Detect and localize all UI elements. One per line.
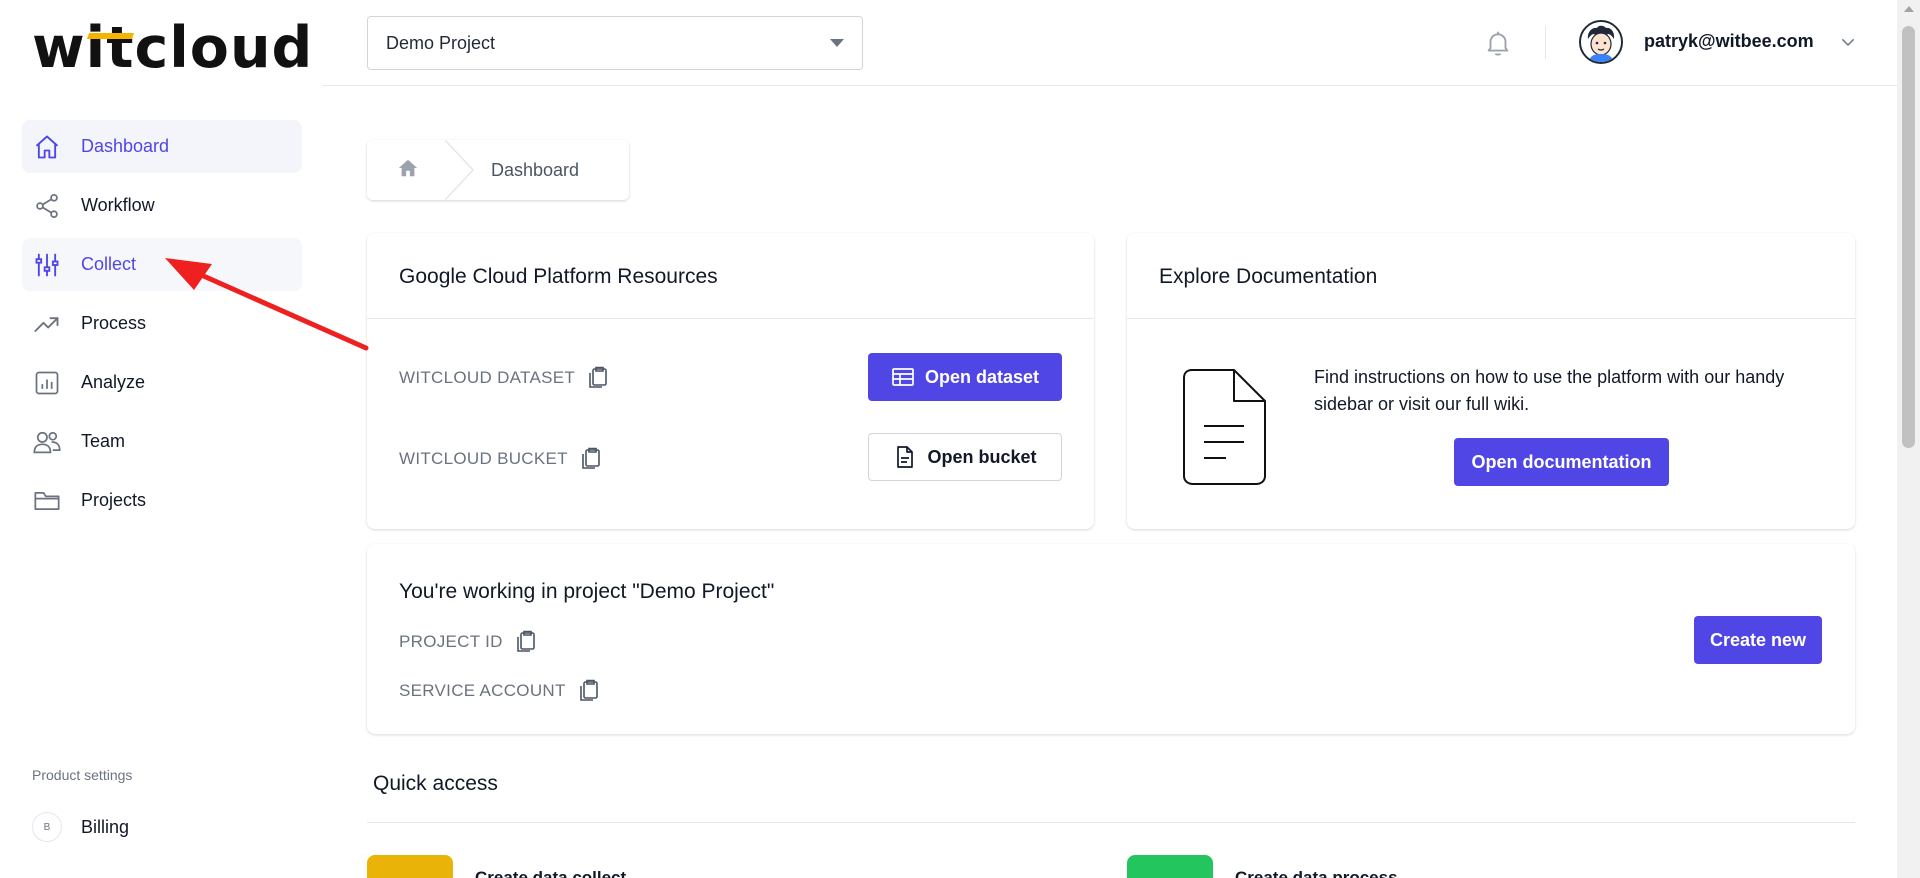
dataset-row: WITCLOUD DATASET (399, 366, 609, 390)
card-title: Google Cloud Platform Resources (399, 265, 718, 288)
clipboard-copy-icon[interactable] (578, 679, 600, 703)
scroll-thumb[interactable] (1902, 26, 1915, 448)
gcp-resources-card: Google Cloud Platform Resources WITCLOUD… (367, 233, 1094, 529)
sidebar-item-label: Collect (81, 254, 137, 274)
billing-badge: B (32, 812, 62, 842)
quick-access-divider (367, 822, 1855, 823)
chevron-down-icon[interactable] (1839, 33, 1857, 51)
witcloud-logo[interactable]: witcloud (32, 20, 313, 77)
project-select-value: Demo Project (386, 32, 496, 53)
sidebar-item-collect[interactable]: Collect (22, 238, 302, 291)
sidebar: witcloud Dashboard Workflow Collect Proc… (0, 0, 323, 878)
folder-icon (32, 486, 62, 516)
sidebar-item-process[interactable]: Process (22, 297, 302, 350)
quick-access-process-label[interactable]: Create data process (1235, 868, 1398, 878)
sidebar-item-label: Billing (81, 816, 130, 837)
clipboard-copy-icon[interactable] (580, 447, 602, 471)
card-title: Explore Documentation (1159, 265, 1378, 288)
explore-documentation-card: Explore Documentation Find instructions … (1127, 233, 1855, 529)
sidebar-item-label: Analyze (81, 372, 146, 392)
dataset-label: WITCLOUD DATASET (399, 368, 576, 387)
project-id-label: PROJECT ID (399, 632, 503, 651)
service-account-label: SERVICE ACCOUNT (399, 681, 566, 700)
breadcrumb-separator (445, 140, 475, 200)
bell-icon[interactable] (1483, 28, 1513, 58)
service-account-row: SERVICE ACCOUNT (399, 679, 600, 703)
documentation-description: Find instructions on how to use the plat… (1314, 367, 1785, 414)
sidebar-item-workflow[interactable]: Workflow (22, 179, 302, 232)
sidebar-item-team[interactable]: Team (22, 415, 302, 468)
document-icon (893, 445, 917, 469)
bucket-row: WITCLOUD BUCKET (399, 447, 602, 471)
project-select[interactable]: Demo Project (367, 16, 863, 70)
quick-access-process-tile[interactable] (1127, 855, 1213, 878)
clipboard-copy-icon[interactable] (515, 630, 537, 654)
quick-access-collect-label[interactable]: Create data collect (475, 868, 626, 878)
open-dataset-button[interactable]: Open dataset (868, 353, 1062, 401)
open-dataset-label: Open dataset (924, 366, 1040, 387)
scroll-up-arrow-icon[interactable] (1904, 6, 1914, 12)
sidebar-item-billing[interactable]: B Billing (32, 812, 129, 842)
clipboard-copy-icon[interactable] (587, 366, 609, 390)
project-info-card: You're working in project "Demo Project"… (367, 544, 1855, 734)
user-email[interactable]: patryk@witbee.com (1644, 31, 1814, 52)
sidebar-item-label: Projects (81, 490, 147, 510)
create-new-label: Create new (1709, 629, 1807, 650)
page-scrollbar[interactable] (1897, 0, 1920, 878)
share-icon (32, 191, 62, 221)
card-divider (1127, 318, 1855, 319)
open-documentation-button[interactable]: Open documentation (1454, 438, 1669, 486)
user-avatar[interactable] (1579, 20, 1623, 64)
sidebar-item-analyze[interactable]: Analyze (22, 356, 302, 409)
sidebar-nav: Dashboard Workflow Collect Process Analy… (22, 120, 302, 533)
open-bucket-button[interactable]: Open bucket (868, 433, 1062, 481)
quick-access-collect-tile[interactable] (367, 855, 453, 878)
header-divider (1545, 26, 1546, 59)
open-bucket-label: Open bucket (927, 446, 1037, 467)
create-new-button[interactable]: Create new (1694, 616, 1822, 664)
sidebar-item-label: Dashboard (81, 136, 170, 156)
document-illustration-icon (1183, 369, 1266, 485)
bar-chart-icon (32, 368, 62, 398)
project-title: You're working in project "Demo Project" (399, 580, 775, 603)
quick-access-heading: Quick access (373, 772, 498, 795)
project-id-row: PROJECT ID (399, 630, 537, 654)
sidebar-item-projects[interactable]: Projects (22, 474, 302, 527)
sidebar-item-label: Team (81, 431, 126, 451)
sliders-icon (32, 250, 62, 280)
breadcrumb-current: Dashboard (491, 159, 580, 180)
home-icon (32, 132, 62, 162)
top-header: Demo Project patryk@witbee.com (323, 0, 1897, 86)
breadcrumb-home[interactable] (367, 140, 449, 200)
users-icon (32, 427, 62, 457)
breadcrumb: Dashboard (367, 140, 629, 200)
trending-up-icon (32, 309, 62, 339)
bucket-label: WITCLOUD BUCKET (399, 449, 568, 468)
sidebar-item-label: Process (81, 313, 147, 333)
caret-down-icon (830, 39, 844, 47)
sidebar-item-dashboard[interactable]: Dashboard (22, 120, 302, 173)
card-divider (367, 318, 1094, 319)
open-documentation-label: Open documentation (1471, 451, 1652, 472)
home-solid-icon (397, 157, 419, 184)
sidebar-item-label: Workflow (81, 195, 155, 215)
product-settings-heading: Product settings (32, 767, 133, 783)
table-icon (891, 365, 915, 389)
